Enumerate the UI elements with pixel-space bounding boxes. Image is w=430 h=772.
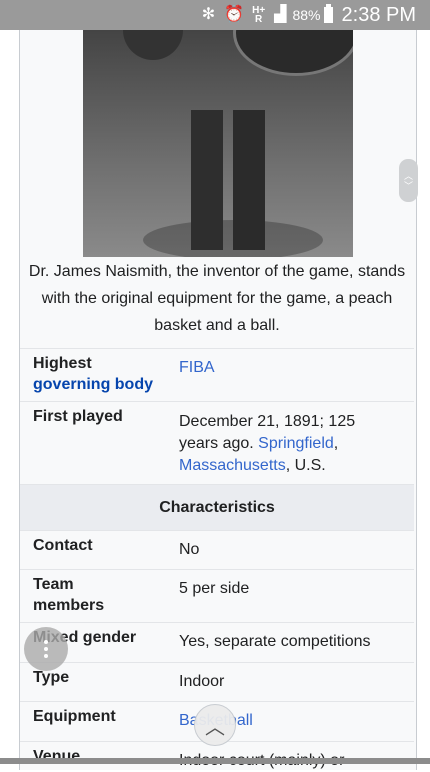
springfield-link[interactable]: Springfield bbox=[258, 435, 334, 452]
chevron-down-icon: ﹀ bbox=[403, 180, 413, 191]
label-line: Highest bbox=[33, 355, 92, 372]
row-value: FIBA bbox=[179, 357, 404, 379]
bottom-scroll-indicator bbox=[0, 758, 430, 764]
row-value: Yes, separate competitions bbox=[179, 633, 371, 650]
row-label: Type bbox=[33, 669, 70, 686]
more-vertical-icon bbox=[44, 654, 48, 658]
photo-figure-leg bbox=[191, 110, 223, 250]
photo-ball bbox=[123, 30, 183, 60]
image-caption: Dr. James Naismith, the inventor of the … bbox=[28, 263, 406, 334]
row-label: Team members bbox=[33, 576, 105, 614]
photo-figure-leg bbox=[233, 110, 265, 250]
fiba-link[interactable]: FIBA bbox=[179, 359, 215, 376]
row-value: Indoor bbox=[179, 673, 225, 690]
row-label: Contact bbox=[33, 537, 93, 554]
country-suffix: , U.S. bbox=[285, 457, 326, 474]
clock-time: 2:38 PM bbox=[341, 3, 416, 26]
row-label: Highest governing body bbox=[33, 353, 168, 395]
infobox-row-team-members: Team members 5 per side bbox=[20, 569, 414, 623]
infobox-row-mixed-gender: Mixed gender Yes, separate competitions bbox=[20, 622, 414, 663]
row-value: 5 per side bbox=[179, 580, 250, 597]
infobox-row-governing-body: Highest governing body FIBA bbox=[20, 348, 414, 402]
infobox-row-type: Type Indoor bbox=[20, 662, 414, 702]
separator: , bbox=[333, 435, 339, 452]
alarm-icon: ⏰ bbox=[224, 6, 245, 23]
scroll-handle-icon[interactable]: ︿ ﹀ bbox=[399, 159, 418, 202]
battery-icon bbox=[323, 4, 333, 23]
massachusetts-link[interactable]: Massachusetts bbox=[179, 457, 286, 474]
naismith-photo[interactable] bbox=[83, 30, 353, 257]
network-type-indicator: H+ R bbox=[252, 6, 265, 25]
more-vertical-icon bbox=[44, 640, 48, 644]
infobox-row-first-played: First played December 21, 1891; 125 year… bbox=[20, 401, 414, 486]
row-value: No bbox=[179, 541, 200, 558]
infobox-row-contact: Contact No bbox=[20, 530, 414, 570]
network-type-bottom: R bbox=[255, 14, 263, 25]
signal-icon: ▟ bbox=[274, 6, 287, 23]
row-label: First played bbox=[33, 408, 123, 425]
scroll-to-top-button[interactable]: ︿ bbox=[194, 704, 236, 746]
battery-percent: 88% bbox=[292, 7, 321, 23]
chevron-up-icon: ︿ bbox=[205, 716, 225, 739]
row-label: Equipment bbox=[33, 708, 116, 725]
row-value: December 21, 1891; 125 years ago. Spring… bbox=[179, 411, 369, 477]
governing-body-link[interactable]: governing body bbox=[33, 376, 153, 393]
more-vertical-icon bbox=[44, 647, 48, 651]
section-header-characteristics: Characteristics bbox=[20, 484, 414, 531]
photo-basket bbox=[233, 30, 353, 76]
chevron-up-icon: ︿ bbox=[403, 170, 413, 181]
status-bar: ✻ ⏰ H+ R ▟ 88% 2:38 PM bbox=[0, 0, 430, 30]
more-options-button[interactable] bbox=[24, 627, 68, 671]
bluetooth-icon: ✻ bbox=[201, 6, 216, 23]
